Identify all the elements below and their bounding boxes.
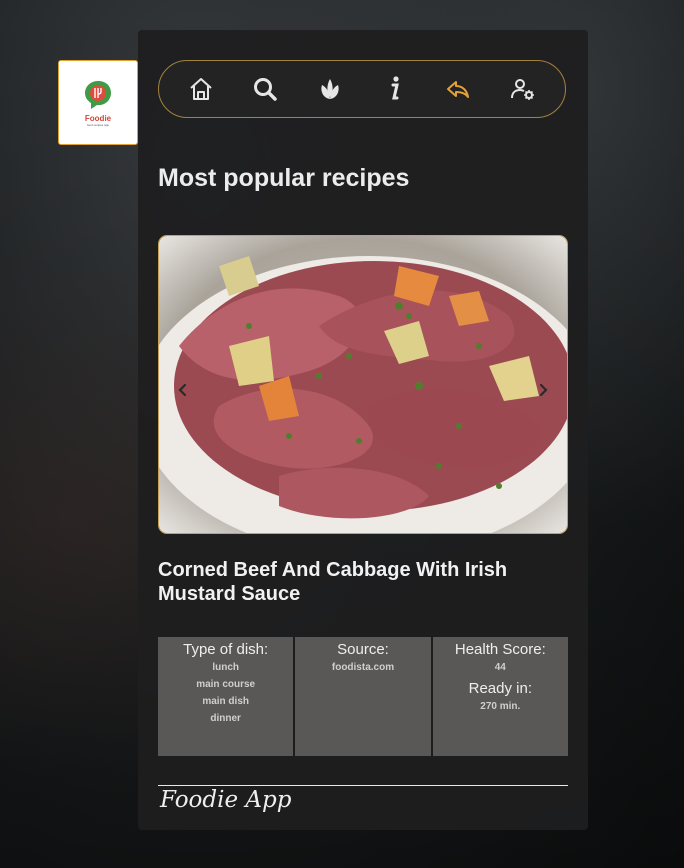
chevron-left-icon [178, 383, 187, 397]
carousel-next-button[interactable] [531, 378, 555, 402]
ready-in-value: 270 min. [480, 701, 521, 712]
source-cell: Source: foodista.com [295, 637, 431, 756]
health-cell: Health Score: 44 Ready in: 270 min. [432, 637, 568, 756]
nav-info-button[interactable] [374, 69, 414, 109]
footer-brand[interactable]: Foodie App [160, 787, 291, 813]
home-icon [190, 78, 212, 100]
logo-name: Foodie [84, 114, 112, 123]
carousel-prev-button[interactable] [171, 378, 195, 402]
ready-in-label: Ready in: [468, 680, 532, 697]
main-panel: Most popular recipes Corned Beef And Cab… [138, 30, 588, 830]
health-score-label: Health Score: [454, 641, 546, 658]
logo[interactable]: Foodie food recipes app [58, 60, 138, 145]
leaf-icon [321, 79, 339, 99]
logo-icon [85, 81, 111, 109]
recipe-image [159, 236, 567, 533]
footer-divider [158, 785, 568, 786]
chevron-right-icon [539, 383, 548, 397]
recipe-carousel[interactable] [158, 235, 568, 534]
recipe-title: Corned Beef And Cabbage With Irish Musta… [158, 559, 508, 605]
search-icon [254, 78, 278, 101]
nav-home-button[interactable] [181, 69, 221, 109]
dish-type-value: lunch [212, 662, 239, 673]
nav-back-button[interactable] [438, 69, 478, 109]
source-link[interactable]: foodista.com [295, 659, 430, 676]
recipe-info: Type of dish: lunch main course main dis… [158, 637, 568, 756]
dish-type-value: dinner [210, 713, 241, 724]
user-settings-icon [510, 79, 534, 100]
nav-user-settings-button[interactable] [503, 69, 543, 109]
nav-vegan-button[interactable] [310, 69, 350, 109]
source-label: Source: [337, 641, 389, 658]
dish-type-label: Type of dish: [183, 641, 269, 658]
nav-search-button[interactable] [245, 69, 285, 109]
info-icon [391, 76, 400, 100]
page-title: Most popular recipes [158, 164, 410, 192]
logo-tagline: food recipes app [86, 123, 110, 127]
dish-type-cell: Type of dish: lunch main course main dis… [158, 637, 294, 756]
health-score-value: 44 [494, 662, 506, 673]
dish-type-value: main course [196, 679, 256, 690]
back-arrow-icon [447, 81, 470, 98]
dish-type-value: main dish [202, 696, 249, 707]
nav-bar [158, 60, 566, 118]
